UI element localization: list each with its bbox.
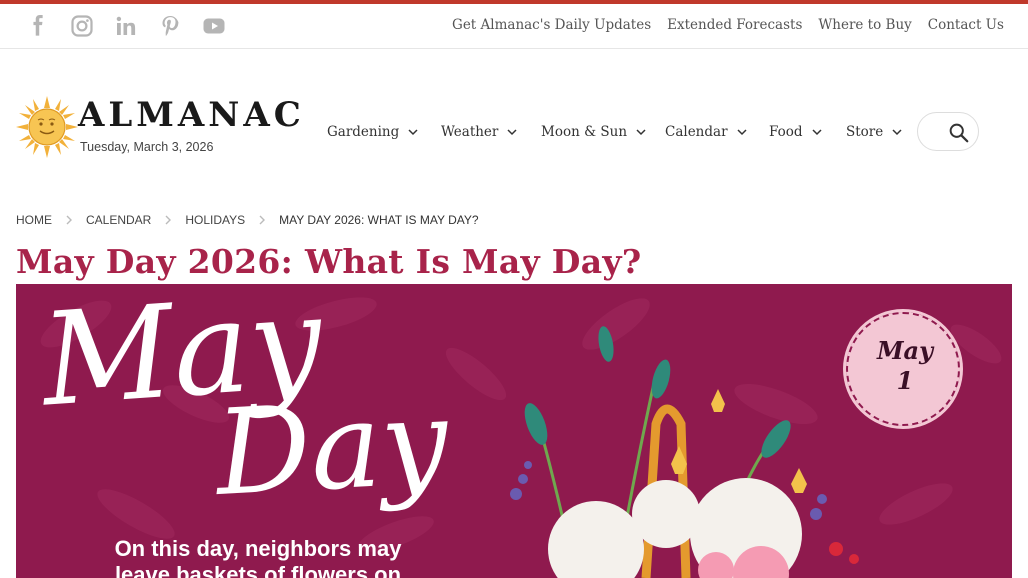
utility-bar: Get Almanac's Daily Updates Extended For… (0, 4, 1028, 49)
chevron-down-icon (892, 129, 902, 136)
nav-weather-label: Weather (441, 124, 499, 140)
chevron-right-icon (165, 215, 172, 225)
current-date: Tuesday, March 3, 2026 (80, 140, 214, 154)
logo-wordmark: ALMANAC (78, 95, 305, 135)
nav-food[interactable]: Food (769, 122, 846, 142)
date-badge-text: May 1 (848, 336, 962, 396)
chevron-down-icon (812, 129, 822, 136)
search-icon (949, 123, 969, 143)
pinterest-icon[interactable] (158, 14, 182, 38)
nav-moon-sun-label: Moon & Sun (541, 124, 628, 140)
daily-updates-link[interactable]: Get Almanac's Daily Updates (452, 17, 651, 33)
nav-calendar[interactable]: Calendar (665, 122, 769, 142)
social-links (26, 14, 226, 38)
chevron-down-icon (408, 129, 418, 136)
chevron-right-icon (259, 215, 266, 225)
breadcrumb-calendar[interactable]: CALENDAR (86, 213, 151, 227)
nav-calendar-label: Calendar (665, 124, 728, 140)
breadcrumb-current: MAY DAY 2026: WHAT IS MAY DAY? (279, 213, 479, 227)
nav-food-label: Food (769, 124, 803, 140)
chevron-down-icon (507, 129, 517, 136)
youtube-icon[interactable] (202, 14, 226, 38)
sun-logo-icon (16, 96, 78, 158)
facebook-icon[interactable] (26, 14, 50, 38)
nav-weather[interactable]: Weather (441, 122, 541, 142)
nav-moon-sun[interactable]: Moon & Sun (541, 122, 665, 142)
badge-day: 1 (896, 366, 914, 395)
nav-gardening[interactable]: Gardening (327, 122, 441, 142)
page-title: May Day 2026: What Is May Day? (16, 242, 642, 281)
linkedin-icon[interactable] (114, 14, 138, 38)
where-to-buy-link[interactable]: Where to Buy (818, 17, 911, 33)
utility-links: Get Almanac's Daily Updates Extended For… (452, 17, 1004, 33)
hero-caption: On this day, neighbors may leave baskets… (114, 536, 402, 578)
breadcrumb-home[interactable]: HOME (16, 213, 52, 227)
badge-month: May (876, 336, 934, 365)
chevron-right-icon (66, 215, 72, 225)
contact-us-link[interactable]: Contact Us (928, 17, 1004, 33)
nav-store-label: Store (846, 124, 884, 140)
hero-script-day: Day (212, 372, 452, 522)
nav-store[interactable]: Store (846, 122, 906, 142)
breadcrumb: HOME CALENDAR HOLIDAYS MAY DAY 2026: WHA… (16, 213, 479, 227)
instagram-icon[interactable] (70, 14, 94, 38)
masthead: ALMANAC Tuesday, March 3, 2026 Gardening… (0, 49, 1028, 199)
chevron-down-icon (737, 129, 747, 136)
almanac-logo[interactable]: ALMANAC Tuesday, March 3, 2026 (16, 95, 301, 160)
date-badge: May 1 (843, 309, 963, 429)
search-button[interactable] (917, 112, 979, 151)
main-nav: Gardening Weather Moon & Sun Calendar Fo… (327, 122, 906, 142)
breadcrumb-holidays[interactable]: HOLIDAYS (185, 213, 245, 227)
extended-forecasts-link[interactable]: Extended Forecasts (667, 17, 802, 33)
nav-gardening-label: Gardening (327, 124, 400, 140)
chevron-down-icon (636, 129, 646, 136)
hero-image: May Day May 1 On this day, neighbors may… (16, 284, 1012, 578)
